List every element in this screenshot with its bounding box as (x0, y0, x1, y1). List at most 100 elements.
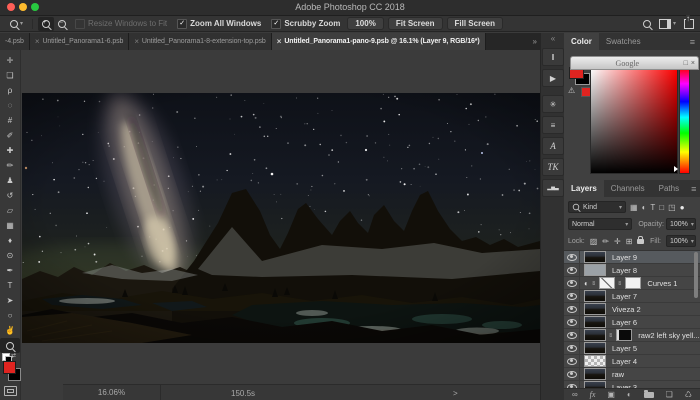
hue-slider-arrow[interactable] (674, 166, 678, 172)
workspace-icon[interactable] (659, 19, 671, 29)
filter-toggle-pin-icon[interactable]: ● (680, 203, 685, 212)
new-group-button[interactable] (644, 392, 654, 398)
tab-swatches[interactable]: Swatches (599, 33, 648, 50)
new-adjustment-layer-button[interactable]: ◐ (627, 390, 632, 399)
path-selection-tool[interactable]: ➤ (0, 293, 20, 308)
layers-scrollbar[interactable] (694, 252, 698, 298)
swap-colors-icon[interactable]: ⇄ (11, 352, 16, 359)
hand-tool[interactable]: ✌ (0, 323, 20, 338)
tab-panorama-9-active[interactable]: × Untitled_Panorama1-pano-9.psb @ 16.1% … (272, 33, 486, 50)
fill-field[interactable]: 100% ▾ (666, 235, 696, 247)
visibility-toggle[interactable] (564, 342, 580, 354)
close-icon[interactable]: × (691, 60, 695, 67)
zoom-tool[interactable] (0, 338, 20, 353)
layer-effects-button[interactable]: fx (590, 390, 596, 399)
marquee-tool[interactable]: ❏ (0, 68, 20, 83)
layer-row-layer4[interactable]: Layer 4 (564, 355, 700, 368)
layer-row-layer6[interactable]: Layer 6 (564, 316, 700, 329)
move-tool[interactable]: ✛ (0, 53, 20, 68)
zoom-all-windows-checkbox[interactable]: ✓ Zoom All Windows (177, 19, 261, 29)
zoom-tool-preset[interactable]: ▾ (6, 17, 27, 31)
close-icon[interactable]: × (134, 37, 139, 46)
actions-panel-icon[interactable]: ▶ (542, 69, 564, 87)
shape-tool[interactable]: ○ (0, 308, 20, 323)
delete-layer-button[interactable]: ♺ (685, 390, 692, 399)
layer-row-layer8[interactable]: Layer 8 (564, 264, 700, 277)
visibility-toggle[interactable] (564, 355, 580, 367)
visibility-toggle[interactable] (564, 290, 580, 302)
brush-tool[interactable]: ✏ (0, 158, 20, 173)
tk-actions-panel-icon[interactable]: TK (542, 158, 564, 176)
filter-kind-dropdown[interactable]: Kind ▾ (568, 201, 626, 213)
tab-channels[interactable]: Channels (604, 180, 652, 197)
layer-row-layer9[interactable]: Layer 9 (564, 251, 700, 264)
lock-image-pixels-icon[interactable]: ✏ (602, 237, 609, 246)
fill-screen-button[interactable]: Fill Screen (447, 17, 503, 30)
visibility-toggle[interactable] (564, 251, 580, 263)
dodge-tool[interactable]: ⊙ (0, 248, 20, 263)
panel-menu-icon[interactable]: ≡ (686, 180, 700, 197)
zoom-100-button[interactable]: 100% (347, 17, 383, 30)
blur-tool[interactable]: ♦ (0, 233, 20, 248)
layer-row-layer7[interactable]: Layer 7 (564, 290, 700, 303)
layer-thumbnail[interactable] (584, 264, 606, 276)
foreground-color-swatch[interactable] (3, 361, 16, 374)
tab-panorama-6[interactable]: × Untitled_Panorama1-6.psb (30, 33, 129, 50)
screen-mode-button[interactable] (4, 386, 17, 396)
visibility-toggle[interactable] (564, 277, 580, 289)
filter-sliders-panel-icon[interactable]: ‖ (542, 48, 564, 66)
resize-windows-checkbox[interactable]: Resize Windows to Fit (75, 19, 167, 29)
lock-position-icon[interactable]: ✛ (614, 237, 621, 246)
filter-pixel-layers-icon[interactable]: ▦ (630, 203, 638, 212)
layer-thumbnail[interactable] (584, 368, 606, 380)
zoom-out-button[interactable] (54, 17, 70, 31)
lock-transparent-pixels-icon[interactable]: ▨ (590, 237, 598, 246)
zoom-in-button[interactable] (38, 17, 54, 31)
new-layer-button[interactable]: ❏ (666, 390, 673, 399)
hue-slider[interactable] (679, 67, 690, 174)
eraser-tool[interactable]: ▱ (0, 203, 20, 218)
layer-thumbnail[interactable] (584, 303, 606, 315)
layer-thumbnail[interactable] (584, 329, 606, 341)
scrubby-zoom-checkbox[interactable]: ✓ Scrubby Zoom (271, 19, 340, 29)
history-brush-tool[interactable]: ↺ (0, 188, 20, 203)
layer-row-raw2[interactable]: ∞ raw2 left sky yell... (564, 329, 700, 342)
layer-thumbnail[interactable] (584, 342, 606, 354)
layer-mask-thumbnail[interactable] (616, 329, 632, 341)
layer-thumbnail[interactable] (584, 355, 606, 367)
tab-layers[interactable]: Layers (564, 180, 604, 197)
curves-thumbnail[interactable] (599, 277, 615, 289)
zoom-level-field[interactable]: 16.06% (63, 385, 161, 400)
visibility-toggle[interactable] (564, 329, 580, 341)
styles-panel-icon[interactable]: ≡ (542, 116, 564, 134)
link-layers-button[interactable]: ∞ (572, 390, 578, 399)
tab-overflow-button[interactable]: » (530, 37, 540, 46)
layer-row-layer5[interactable]: Layer 5 (564, 342, 700, 355)
visibility-toggle[interactable] (564, 264, 580, 276)
blend-mode-dropdown[interactable]: Normal ▾ (568, 218, 632, 230)
eyedropper-tool[interactable]: ✐ (0, 128, 20, 143)
histogram-panel-icon[interactable]: ▂▅▃ (542, 179, 564, 197)
layer-row-raw[interactable]: raw (564, 368, 700, 381)
opacity-field[interactable]: 100% ▾ (666, 218, 696, 230)
tab-paths[interactable]: Paths (652, 180, 686, 197)
type-tool[interactable]: T (0, 278, 20, 293)
panel-menu-icon[interactable]: ≡ (685, 33, 700, 50)
crop-tool[interactable]: # (0, 113, 20, 128)
layer-thumbnail[interactable] (584, 290, 606, 302)
close-icon[interactable]: × (35, 37, 40, 46)
collapse-dock-button[interactable]: « (551, 33, 555, 45)
lasso-tool[interactable]: ρ (0, 83, 20, 98)
pen-tool[interactable]: ✒ (0, 263, 20, 278)
gradient-tool[interactable]: ▦ (0, 218, 20, 233)
chevron-down-icon[interactable]: ▾ (673, 20, 676, 27)
quick-selection-tool[interactable]: ◌ (0, 98, 20, 113)
fit-screen-button[interactable]: Fit Screen (388, 17, 443, 30)
layer-thumbnail[interactable] (584, 316, 606, 328)
close-icon[interactable]: × (277, 37, 282, 46)
layer-mask-thumbnail[interactable] (625, 277, 641, 289)
lock-artboard-icon[interactable]: ⊞ (626, 237, 633, 246)
gamut-warning-icon[interactable]: ⚠ (568, 86, 575, 95)
adjustments-panel-icon[interactable]: ✳ (542, 95, 564, 113)
google-floating-window[interactable]: Google □ × (570, 56, 699, 70)
